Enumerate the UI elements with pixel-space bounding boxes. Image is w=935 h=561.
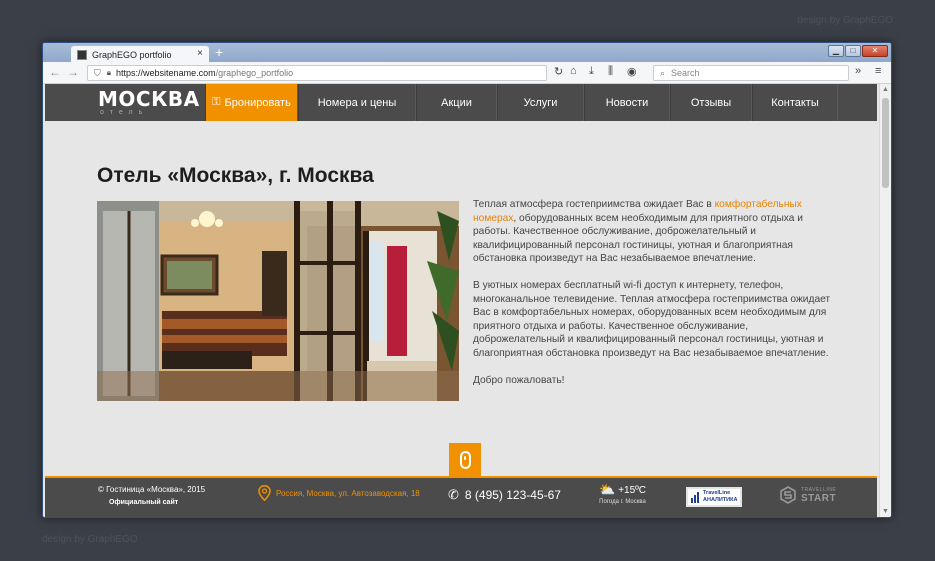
title-bar: GraphEGO portfolio × + ▁ □ ✕ [43, 43, 891, 63]
scroll-down-icon[interactable]: ▼ [882, 508, 889, 515]
main-menu: ⚿ Бронировать Номера и цены Акции Услуги… [205, 84, 838, 121]
menu-item-label: Отзывы [690, 96, 732, 109]
menu-item-label: Контакты [771, 96, 819, 109]
lock-icon[interactable]: 🔒︎ [107, 68, 111, 78]
search-icon: ⌕ [660, 67, 666, 78]
shield-icon[interactable]: ⛉ [94, 68, 101, 79]
official-site-label: Официальный сайт [109, 499, 179, 506]
site-footer: © Гостиница «Москва», 2015 Официальный с… [45, 476, 877, 517]
address-text: Россия, Москва, ул. Автозаводская, 18 [276, 488, 420, 498]
travelline-analytics-badge[interactable]: TravelLine АНАЛИТИКА [686, 487, 742, 507]
home-icon[interactable]: ⌂ [570, 65, 577, 77]
key-icon: ⚿ [212, 96, 221, 108]
travelline-start-logo[interactable]: TRAVELLINE START [779, 486, 836, 504]
badge-line: TravelLine [703, 490, 731, 496]
welcome-text: Добро пожаловать! [473, 374, 565, 386]
description-paragraph: В уютных номерах бесплатный wi-fi доступ… [473, 279, 831, 359]
menu-item-reviews[interactable]: Отзывы [670, 84, 752, 121]
site-header: МОСКВА отель ⚿ Бронировать Номера и цены… [45, 84, 877, 121]
overflow-icon[interactable]: » [855, 65, 861, 77]
menu-item-rooms[interactable]: Номера и цены [298, 84, 416, 121]
menu-item-services[interactable]: Услуги [497, 84, 584, 121]
search-placeholder: Search [671, 68, 700, 78]
partly-cloudy-icon: ⛅ [599, 482, 616, 497]
menu-item-label: Акции [441, 96, 472, 109]
account-icon[interactable]: ◉ [627, 65, 637, 78]
phone[interactable]: ✆ 8 (495) 123-45-67 [448, 487, 561, 503]
browser-toolbar: ← → ⛉ 🔒︎ https://websitename.com/grapheg… [43, 62, 891, 84]
scroll-down-button[interactable] [449, 443, 481, 476]
download-icon[interactable]: ⤓ [589, 65, 594, 78]
paragraph-text: Теплая атмосфера гостеприимства ожидает … [473, 199, 715, 210]
menu-item-offers[interactable]: Акции [416, 84, 497, 121]
travelline-hexagon-icon [780, 486, 796, 504]
favicon-icon [77, 49, 87, 60]
address-bar[interactable]: ⛉ 🔒︎ https://websitename.com/graphego_po… [87, 65, 547, 81]
page-viewport: МОСКВА отель ⚿ Бронировать Номера и цены… [43, 84, 879, 517]
url-path: /graphego_portfolio [215, 68, 294, 78]
tab-close-icon[interactable]: × [197, 48, 203, 59]
scroll-thumb[interactable] [882, 98, 889, 188]
chart-bars-icon [691, 491, 700, 503]
scroll-up-icon[interactable]: ▲ [882, 86, 889, 93]
menu-item-label: Новости [605, 96, 649, 109]
phone-number: 8 (495) 123-45-67 [464, 488, 561, 502]
logo-name: МОСКВА [98, 87, 200, 111]
menu-item-news[interactable]: Новости [584, 84, 670, 121]
map-pin-icon [258, 485, 271, 501]
paragraph-text: , оборудованных всем необходимым для при… [473, 212, 803, 265]
hotel-room-photo [97, 201, 459, 401]
browser-tab[interactable]: GraphEGO portfolio × [71, 46, 209, 63]
maximize-button[interactable]: □ [845, 45, 861, 57]
menu-item-label: Номера и цены [317, 96, 397, 109]
close-window-button[interactable]: ✕ [862, 45, 888, 57]
page-title: Отель «Москва», г. Москва [97, 164, 374, 187]
site-logo[interactable]: МОСКВА отель [98, 89, 200, 117]
logo-line: START [801, 492, 837, 504]
weather-city: Погода г. Москва [599, 499, 646, 505]
menu-item-contacts[interactable]: Контакты [752, 84, 838, 121]
mouse-icon [459, 450, 471, 469]
menu-icon[interactable]: ≡ [875, 65, 881, 77]
browser-window: GraphEGO portfolio × + ▁ □ ✕ ← → ⛉ 🔒︎ ht… [42, 42, 892, 518]
vertical-scrollbar[interactable]: ▲ ▼ [879, 84, 891, 517]
new-tab-button[interactable]: + [215, 44, 223, 60]
menu-item-label: Услуги [523, 96, 558, 109]
copyright: © Гостиница «Москва», 2015 [98, 485, 206, 494]
url-host: https://websitename.com [116, 68, 216, 78]
back-icon[interactable]: ← [49, 65, 61, 79]
search-field[interactable]: ⌕ Search [653, 65, 849, 81]
menu-item-booking[interactable]: ⚿ Бронировать [205, 84, 298, 121]
tab-title: GraphEGO portfolio [92, 49, 172, 60]
phone-icon: ✆ [448, 487, 459, 502]
logo-line: TRAVELLINE [801, 486, 837, 493]
temperature: +15ºC [618, 484, 647, 496]
weather-widget[interactable]: ⛅ +15ºC Погода г. Москва [599, 482, 646, 505]
hotel-description: Теплая атмосфера гостеприимства ожидает … [473, 198, 833, 400]
library-icon[interactable]: ⫼ [608, 65, 613, 78]
description-paragraph: Теплая атмосфера гостеприимства ожидает … [473, 198, 833, 266]
badge-line: АНАЛИТИКА [703, 497, 738, 503]
designer-credit-top: design by GraphEGO [797, 15, 893, 26]
address[interactable]: Россия, Москва, ул. Автозаводская, 18 [258, 485, 420, 501]
menu-item-label: Бронировать [224, 96, 291, 109]
designer-credit-bottom: design by GraphEGO [42, 534, 138, 545]
reload-icon[interactable]: ↻ [554, 65, 563, 78]
minimize-button[interactable]: ▁ [828, 45, 844, 57]
forward-icon[interactable]: → [67, 65, 79, 79]
